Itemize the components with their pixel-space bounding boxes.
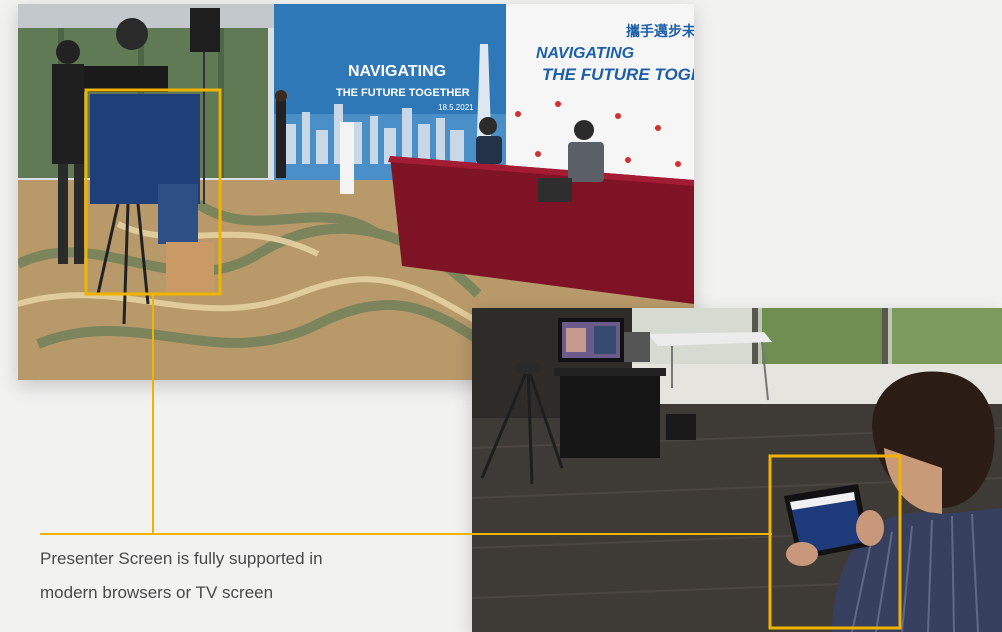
backdrop-chinese-title: 攜手邁步未來 <box>626 23 694 40</box>
presenter-screen-caption: Presenter Screen is fully supported in m… <box>40 542 460 610</box>
connector-horizontal-line <box>40 533 772 535</box>
backdrop-title-right-line2: THE FUTURE TOGETHER <box>542 65 694 84</box>
backdrop-title-left-line1: NAVIGATING <box>348 63 446 80</box>
remote-presenter-photo <box>472 308 1002 632</box>
caption-line-1: Presenter Screen is fully supported in <box>40 549 323 568</box>
backdrop-title-left-line2: THE FUTURE TOGETHER <box>336 87 470 99</box>
connector-vertical-line <box>152 294 154 534</box>
backdrop-date: 18.5.2021 <box>438 103 474 112</box>
remote-presenter-image <box>472 308 1002 632</box>
backdrop-title-right-line1: NAVIGATING <box>536 45 634 62</box>
caption-line-2: modern browsers or TV screen <box>40 583 274 602</box>
